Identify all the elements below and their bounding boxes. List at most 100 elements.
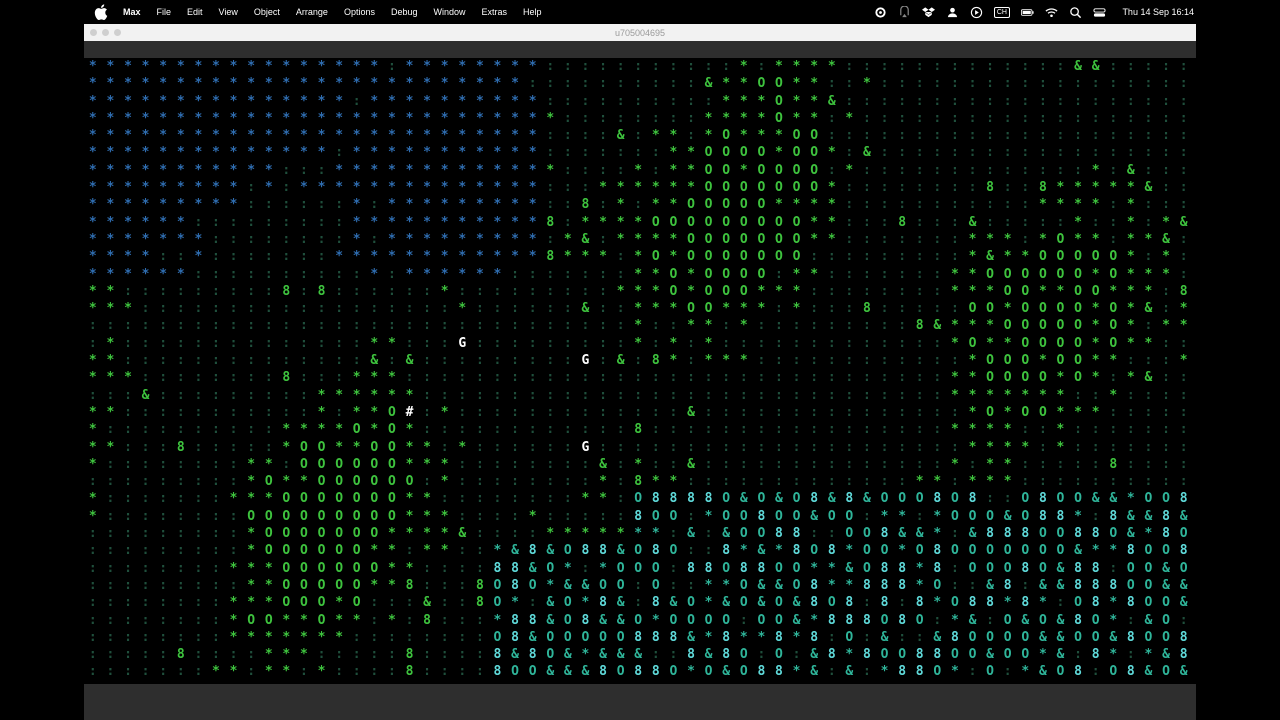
ascii-cell: *: [405, 231, 414, 247]
ascii-cell: O: [880, 543, 889, 559]
ascii-cell: :: [863, 474, 871, 490]
ascii-cell: *: [1056, 404, 1065, 420]
ascii-cell: O: [669, 664, 678, 680]
ascii-cell: :: [1074, 387, 1082, 403]
ascii-cell: O: [827, 595, 836, 611]
search-icon[interactable]: [1069, 6, 1082, 19]
menu-extras[interactable]: Extras: [474, 7, 516, 17]
ascii-cell: *: [651, 526, 660, 542]
ascii-cell: *: [88, 301, 97, 317]
airplay-icon[interactable]: [898, 5, 911, 19]
apple-icon[interactable]: [94, 4, 108, 20]
control-center-icon[interactable]: [1093, 6, 1106, 19]
ascii-canvas[interactable]: * * * * * * * * * * * * * * * * *: * * * * * * * *::::::::::: *: *…: [84, 58, 1196, 684]
ascii-cell: :: [458, 491, 467, 507]
menu-edit[interactable]: Edit: [179, 7, 211, 17]
ascii-cell: :: [176, 335, 185, 351]
ascii-cell: :: [458, 612, 467, 628]
ascii-cell: :: [440, 577, 449, 593]
ascii-cell: *: [264, 162, 273, 178]
ascii-cell: :: [493, 439, 502, 455]
user-icon[interactable]: [946, 6, 959, 19]
ascii-cell: :: [810, 335, 819, 351]
ascii-cell: :: [458, 508, 467, 524]
ascii-cell: &: [1144, 612, 1153, 628]
zoom-button[interactable]: [114, 29, 121, 36]
ascii-cell: :: [317, 266, 326, 282]
ascii-cell: :: [722, 404, 731, 420]
battery-icon[interactable]: [1021, 6, 1034, 19]
close-button[interactable]: [90, 29, 97, 36]
ascii-cell: :: [950, 231, 959, 247]
ascii-cell: *: [651, 231, 660, 247]
ascii-cell: *: [986, 335, 994, 351]
ascii-cell: *: [827, 145, 836, 161]
ascii-cell: :: [792, 439, 801, 455]
ascii-cell: :: [370, 283, 379, 299]
ascii-cell: :: [212, 214, 220, 230]
ascii-cell: :: [458, 422, 467, 438]
ascii-cell: *: [458, 197, 467, 213]
ascii-cell: &: [827, 491, 836, 507]
ascii-cell: *: [950, 370, 959, 386]
dropbox-icon[interactable]: [921, 6, 935, 19]
ascii-cell: :: [546, 474, 555, 490]
ascii-cell: 8: [933, 491, 942, 507]
ascii-cell: *: [493, 214, 502, 230]
ascii-cell: *: [739, 301, 748, 317]
ascii-cell: :: [651, 145, 660, 161]
menu-app-name[interactable]: Max: [117, 7, 149, 17]
ascii-cell: O: [335, 456, 344, 472]
ascii-cell: :: [827, 353, 836, 369]
ascii-cell: :: [986, 162, 994, 178]
ascii-cell: :: [775, 301, 783, 317]
ascii-cell: 8: [493, 560, 502, 576]
gear-icon[interactable]: [874, 6, 887, 19]
menu-debug[interactable]: Debug: [383, 7, 426, 17]
ascii-cell: *: [264, 59, 273, 74]
ascii-cell: :: [880, 422, 889, 438]
ascii-cell: :: [106, 629, 115, 645]
menu-file[interactable]: File: [149, 7, 180, 17]
menubar-clock[interactable]: Thu 14 Sep 16:14: [1122, 0, 1194, 24]
ascii-cell: :: [264, 318, 273, 334]
menu-object[interactable]: Object: [246, 7, 288, 17]
ascii-cell: O: [1091, 249, 1100, 265]
ascii-cell: O: [352, 491, 361, 507]
menu-arrange[interactable]: Arrange: [288, 7, 336, 17]
ascii-cell: :: [423, 387, 431, 403]
ascii-cell: :: [194, 283, 203, 299]
ascii-cell: *: [739, 629, 748, 645]
ascii-cell: :: [810, 422, 819, 438]
ascii-cell: O: [493, 595, 502, 611]
input-source-icon[interactable]: CH: [993, 6, 1010, 18]
ascii-cell: :: [581, 162, 590, 178]
ascii-cell: *: [581, 595, 590, 611]
ascii-cell: *: [528, 249, 537, 265]
ascii-cell: :: [1162, 93, 1170, 109]
ascii-cell: O: [950, 543, 959, 559]
menu-help[interactable]: Help: [515, 7, 550, 17]
ascii-cell: 8: [511, 577, 519, 593]
ascii-cell: &: [546, 612, 555, 628]
ascii-cell: :: [581, 180, 590, 196]
ascii-cell: :: [141, 612, 150, 628]
menu-window[interactable]: Window: [426, 7, 474, 17]
menu-view[interactable]: View: [211, 7, 246, 17]
ascii-cell: :: [458, 577, 467, 593]
minimize-button[interactable]: [102, 29, 109, 36]
ascii-cell: *: [317, 110, 326, 126]
ascii-cell: :: [634, 353, 643, 369]
ascii-cell: :: [141, 353, 150, 369]
ascii-cell: O: [810, 180, 819, 196]
play-icon[interactable]: [970, 6, 983, 19]
ascii-cell: *: [1091, 543, 1100, 559]
ascii-cell: :: [827, 526, 836, 542]
wifi-icon[interactable]: [1045, 6, 1058, 19]
ascii-cell: *: [581, 214, 590, 230]
ascii-cell: *: [493, 145, 502, 161]
ascii-cell: :: [546, 231, 555, 247]
ascii-cell: O: [739, 577, 748, 593]
menu-options[interactable]: Options: [336, 7, 383, 17]
ascii-cell: :: [599, 266, 607, 282]
